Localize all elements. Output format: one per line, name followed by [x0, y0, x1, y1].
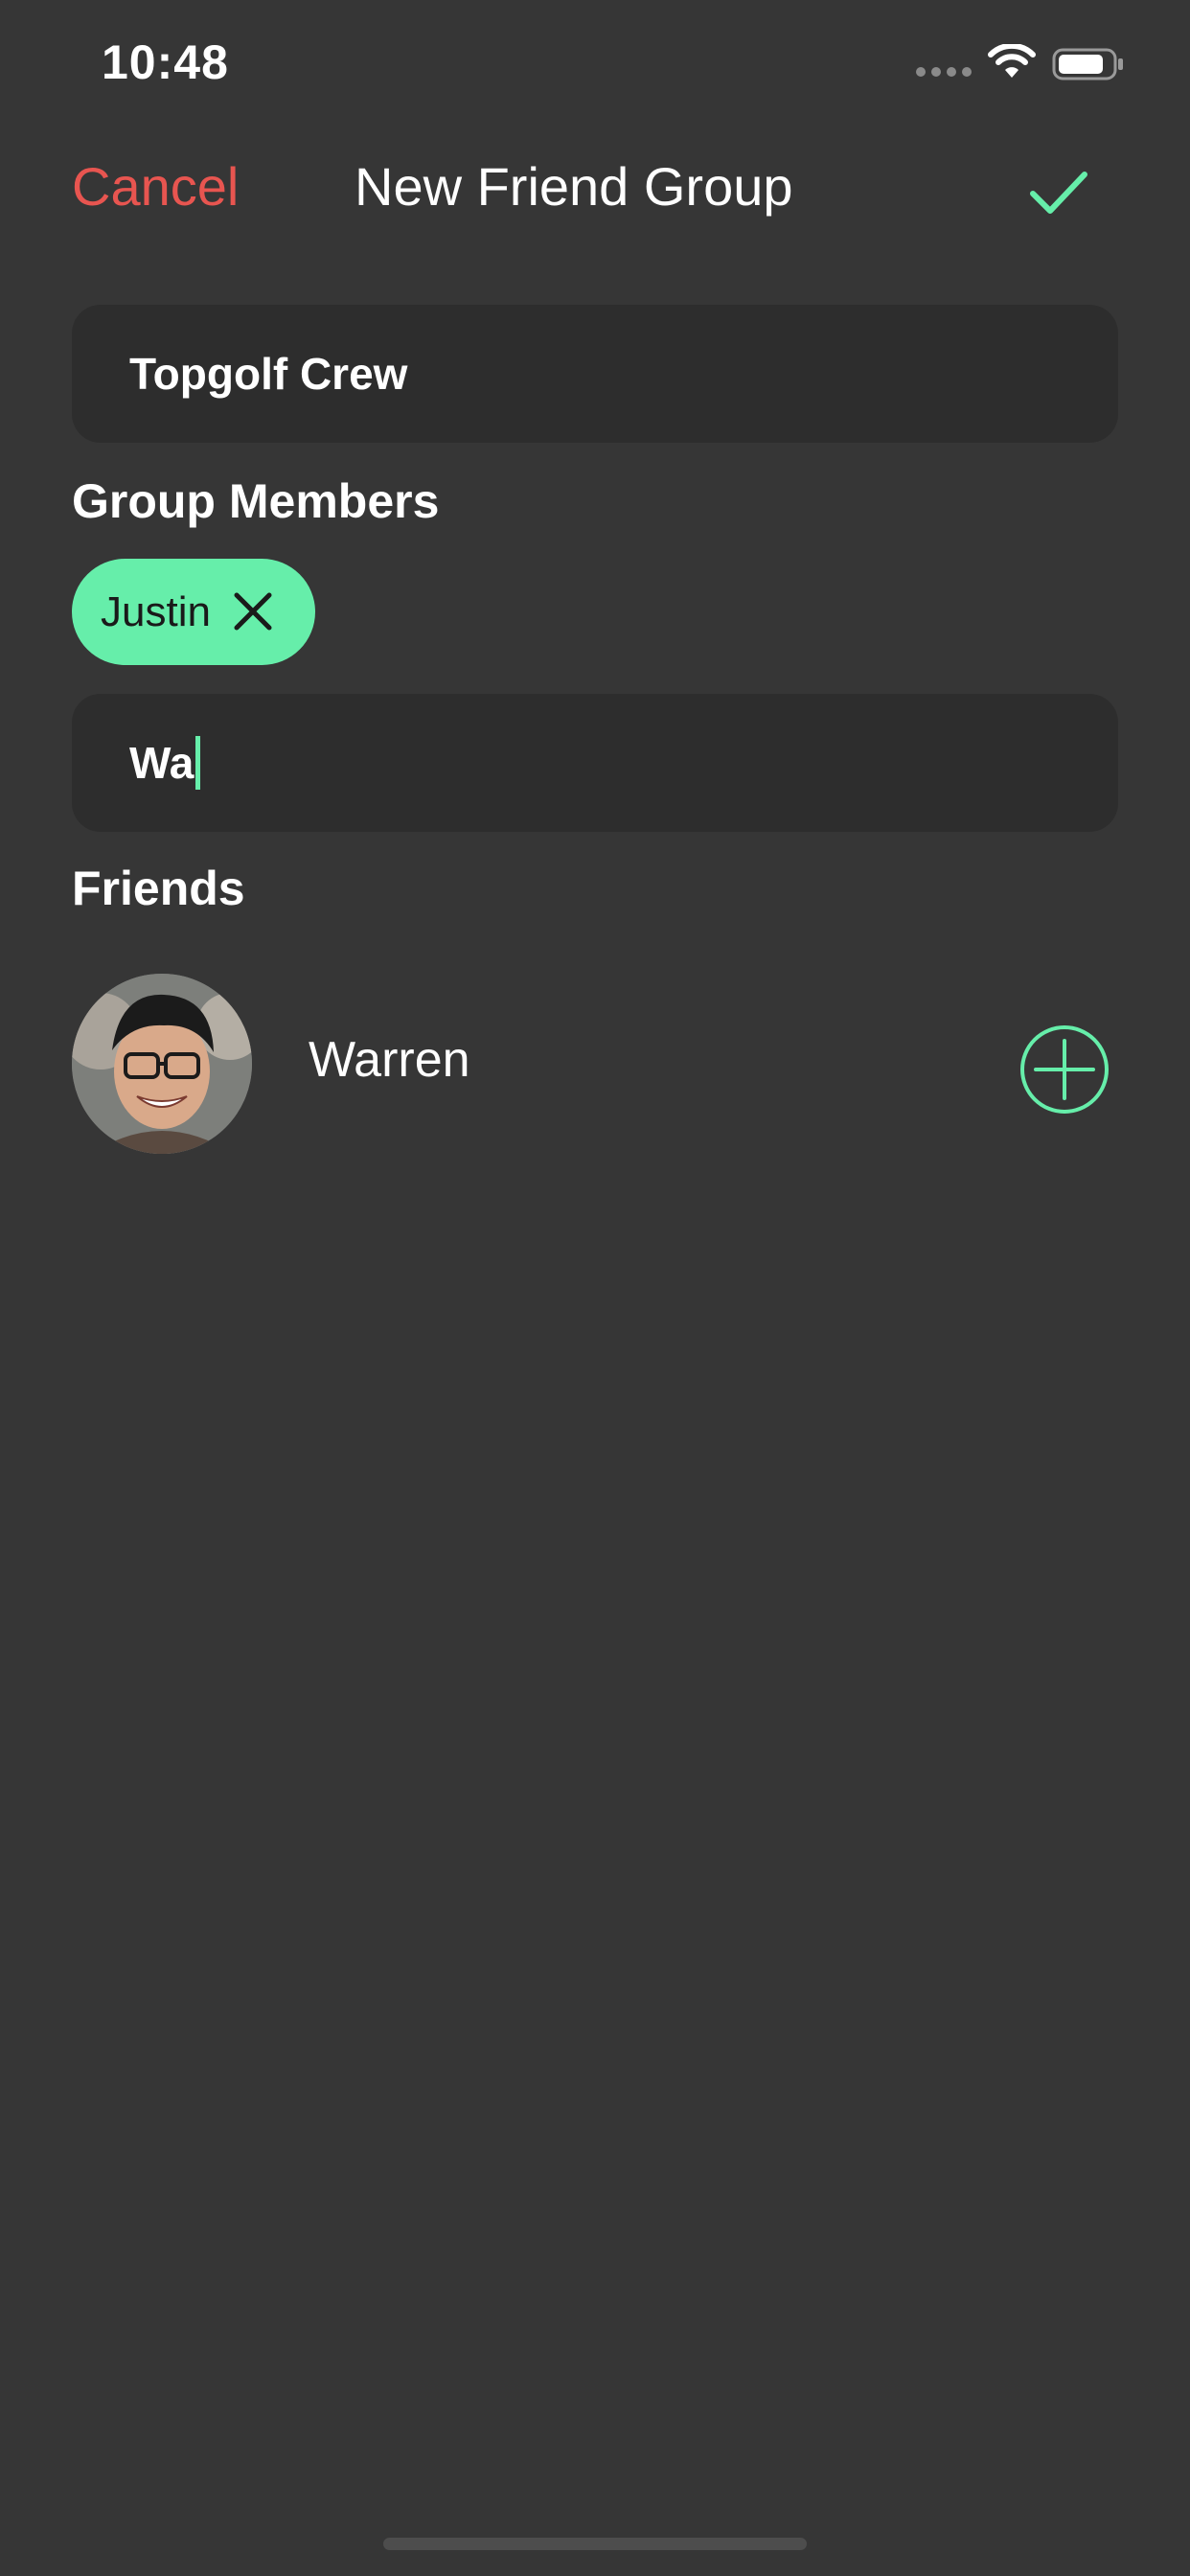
signal-icon	[916, 67, 972, 77]
group-members-heading: Group Members	[72, 474, 440, 528]
friend-name: Warren	[309, 1032, 470, 1088]
group-name-field[interactable]: Topgolf Crew	[72, 305, 1118, 443]
search-input-value-wrapper: Wa	[129, 694, 201, 832]
checkmark-icon[interactable]	[1025, 163, 1092, 220]
status-time: 10:48	[102, 35, 229, 89]
page-title: New Friend Group	[355, 156, 793, 217]
wifi-icon	[988, 44, 1036, 78]
member-chip-label: Justin	[101, 587, 211, 635]
group-name-value: Topgolf Crew	[129, 349, 408, 399]
avatar	[72, 974, 252, 1154]
status-bar: 10:48	[0, 0, 1190, 126]
friend-search-input[interactable]: Wa	[72, 694, 1118, 832]
home-indicator	[383, 2538, 807, 2550]
search-input-value: Wa	[129, 738, 195, 788]
list-item[interactable]: Warren	[72, 974, 1118, 1154]
cancel-button[interactable]: Cancel	[72, 153, 239, 220]
add-circle-icon[interactable]	[1018, 1024, 1110, 1116]
text-cursor	[195, 736, 201, 790]
friends-heading: Friends	[72, 862, 245, 915]
member-chip[interactable]: Justin	[72, 559, 315, 665]
close-icon[interactable]	[231, 589, 275, 633]
battery-icon	[1052, 48, 1123, 80]
